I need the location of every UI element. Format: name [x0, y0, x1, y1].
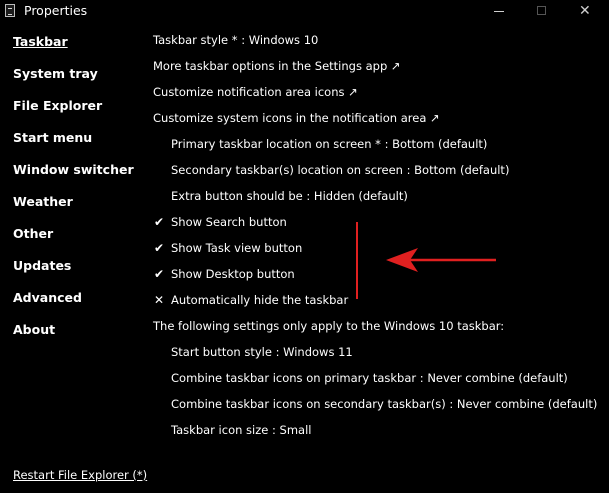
option-combine-primary[interactable]: Combine taskbar icons on primary taskbar… [171, 370, 568, 386]
close-icon: ✕ [579, 3, 591, 19]
sidebar-item-advanced[interactable]: Advanced [13, 290, 82, 306]
option-label: Secondary taskbar(s) location on screen [171, 163, 407, 177]
option-value: Never combine (default) [423, 371, 568, 385]
toggle-show-search-button[interactable]: Show Search button [171, 214, 287, 230]
maximize-icon [537, 6, 546, 15]
minimize-icon [494, 11, 504, 12]
option-value: Bottom (default) [410, 163, 510, 177]
sidebar-item-about[interactable]: About [13, 322, 55, 338]
option-value: Small [275, 423, 312, 437]
toggle-show-desktop-button[interactable]: Show Desktop button [171, 266, 295, 282]
link-customize-system-icons[interactable]: Customize system icons in the notificati… [153, 110, 440, 126]
option-label: Start button style [171, 345, 276, 359]
option-extra-button[interactable]: Extra button should be : Hidden (default… [171, 188, 408, 204]
option-value: Hidden (default) [310, 189, 408, 203]
option-label: Taskbar icon size [171, 423, 273, 437]
sidebar-item-updates[interactable]: Updates [13, 258, 71, 274]
option-taskbar-style[interactable]: Taskbar style * : Windows 10 [153, 32, 318, 48]
toggle-show-task-view-button[interactable]: Show Task view button [171, 240, 302, 256]
cross-icon: ✕ [153, 293, 165, 307]
option-label: Combine taskbar icons on primary taskbar [171, 371, 420, 385]
sidebar-item-start-menu[interactable]: Start menu [13, 130, 92, 146]
sidebar-item-taskbar[interactable]: Taskbar [13, 34, 68, 50]
option-label: Primary taskbar location on screen * [171, 137, 385, 151]
minimize-button[interactable] [478, 0, 522, 22]
toggle-auto-hide-taskbar[interactable]: Automatically hide the taskbar [171, 292, 348, 308]
title-bar: Properties ✕ [0, 0, 609, 22]
checkmark-icon: ✔ [153, 215, 165, 229]
option-taskbar-icon-size[interactable]: Taskbar icon size : Small [171, 422, 312, 438]
option-secondary-taskbar-location[interactable]: Secondary taskbar(s) location on screen … [171, 162, 509, 178]
sidebar-item-file-explorer[interactable]: File Explorer [13, 98, 102, 114]
checkmark-icon: ✔ [153, 267, 165, 281]
option-start-button-style[interactable]: Start button style : Windows 11 [171, 344, 353, 360]
app-icon [5, 4, 15, 17]
option-primary-taskbar-location[interactable]: Primary taskbar location on screen * : B… [171, 136, 487, 152]
annotation-arrow-icon [386, 248, 496, 272]
maximize-button [520, 0, 564, 22]
option-value: Windows 10 [245, 33, 319, 47]
annotation-bracket-line [356, 222, 358, 299]
option-value: Windows 11 [279, 345, 353, 359]
sidebar-item-weather[interactable]: Weather [13, 194, 73, 210]
checkmark-icon: ✔ [153, 241, 165, 255]
sidebar-item-system-tray[interactable]: System tray [13, 66, 98, 82]
option-label: Taskbar style * [153, 33, 242, 47]
sidebar-item-other[interactable]: Other [13, 226, 53, 242]
restart-file-explorer-link[interactable]: Restart File Explorer (*) [13, 467, 147, 483]
windows10-settings-note: The following settings only apply to the… [153, 319, 505, 333]
option-value: Never combine (default) [453, 397, 598, 411]
option-value: Bottom (default) [388, 137, 488, 151]
option-label: Combine taskbar icons on secondary taskb… [171, 397, 450, 411]
option-label: Extra button should be [171, 189, 307, 203]
link-customize-notification-icons[interactable]: Customize notification area icons ↗ [153, 84, 358, 100]
sidebar-item-window-switcher[interactable]: Window switcher [13, 162, 134, 178]
option-combine-secondary[interactable]: Combine taskbar icons on secondary taskb… [171, 396, 597, 412]
link-more-taskbar-options[interactable]: More taskbar options in the Settings app… [153, 58, 401, 74]
close-button[interactable]: ✕ [565, 0, 609, 22]
window-title: Properties [24, 3, 88, 18]
